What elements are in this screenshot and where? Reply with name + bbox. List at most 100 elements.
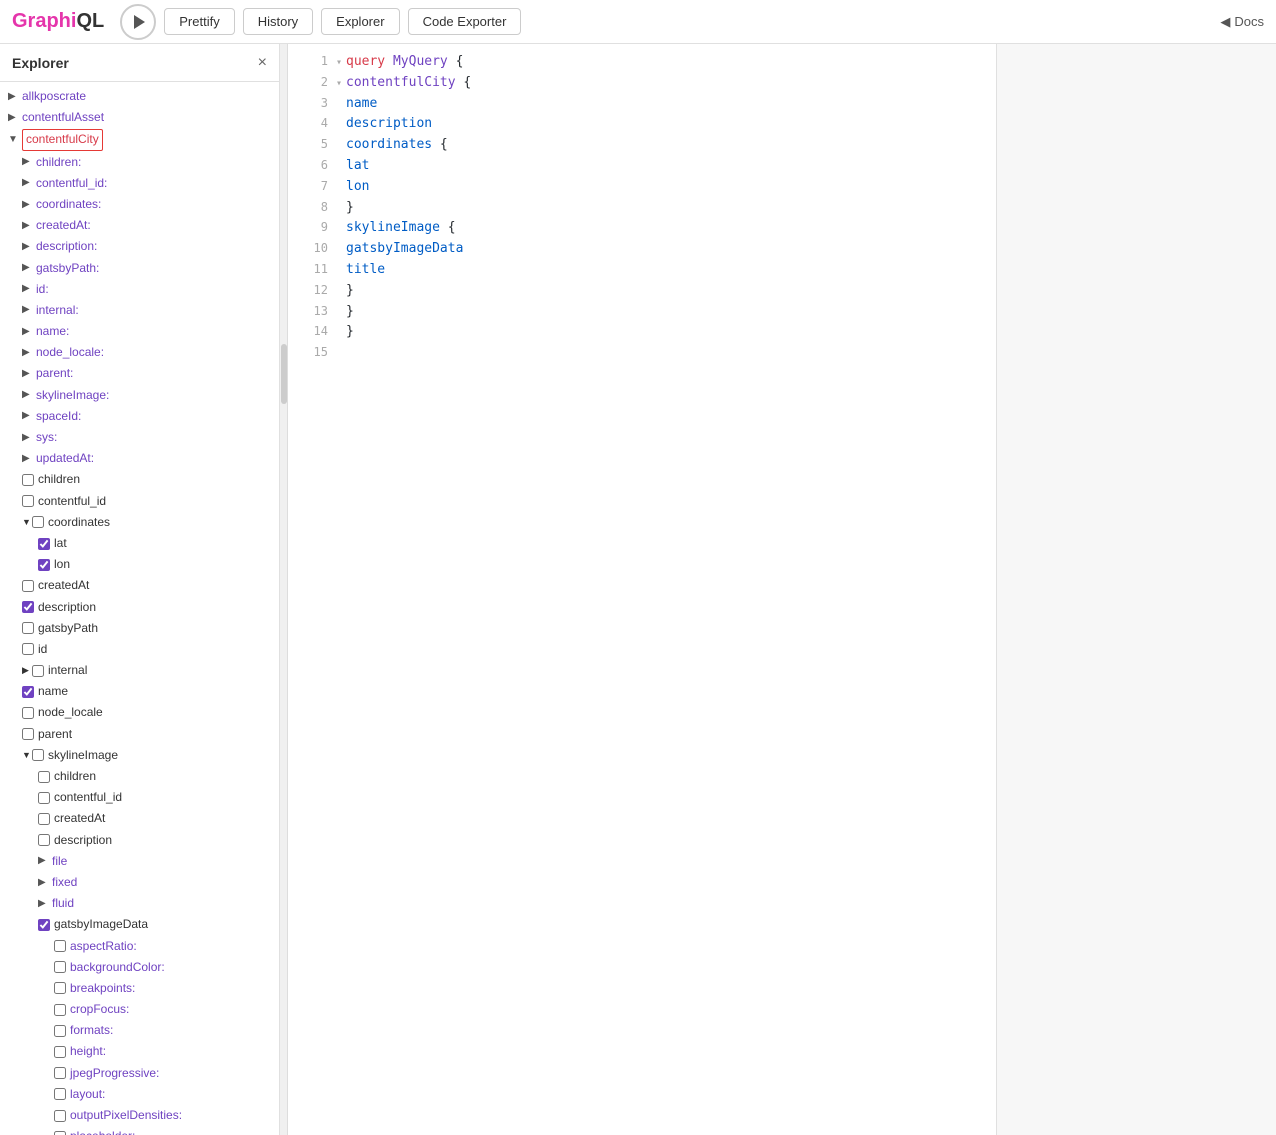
explorer-title: Explorer [12,55,69,71]
explorer-panel: Explorer × ▶ allkposcrate ▶ contentfulAs… [0,44,280,1135]
tree-item-cb-node_locale[interactable]: node_locale [0,702,279,723]
tree-item-cb-children[interactable]: children [0,469,279,490]
tree-item-createdAt-expandable[interactable]: ▶ createdAt: [0,215,279,236]
checkbox-gatsbyImageData[interactable] [38,919,50,931]
tree-item-cb-internal[interactable]: ▶ internal [0,660,279,681]
tree-item-cb-si-contentful_id[interactable]: contentful_id [0,787,279,808]
tree-item-cb-name[interactable]: name [0,681,279,702]
tree-item-gid-aspectRatio[interactable]: aspectRatio: [0,936,279,957]
tree-item-cb-coordinates[interactable]: ▼ coordinates [0,512,279,533]
expand-arrow: ▶ [22,218,36,234]
code-line-8: 8 } [288,198,996,219]
tree-item-cb-id[interactable]: id [0,639,279,660]
tree-item-gid-height[interactable]: height: [0,1041,279,1062]
tree-item-cb-gatsbyPath[interactable]: gatsbyPath [0,618,279,639]
tree-item-name-expandable[interactable]: ▶ name: [0,321,279,342]
tree-item-gid-jpegProgressive[interactable]: jpegProgressive: [0,1063,279,1084]
tree-item-si-file[interactable]: ▶ file [0,851,279,872]
tree-item-gid-layout[interactable]: layout: [0,1084,279,1105]
checkbox-si-description[interactable] [38,834,50,846]
checkbox-lat[interactable] [38,538,50,550]
expand-arrow: ▼ [8,132,22,148]
checkbox-gid-formats[interactable] [54,1025,66,1037]
checkbox-createdAt[interactable] [22,580,34,592]
checkbox-contentful-id[interactable] [22,495,34,507]
checkbox-gid-aspectRatio[interactable] [54,940,66,952]
tree-item-cb-skylineImage[interactable]: ▼ skylineImage [0,745,279,766]
tree-item-contentfulAsset[interactable]: ▶ contentfulAsset [0,107,279,128]
checkbox-gid-placeholder[interactable] [54,1131,66,1135]
tree-item-cb-createdAt[interactable]: createdAt [0,575,279,596]
checkbox-description[interactable] [22,601,34,613]
editor-body[interactable]: 1 ▾ query MyQuery { 2 ▾ contentfulCity {… [288,44,996,1135]
checkbox-si-children[interactable] [38,771,50,783]
scrollbar-thumb[interactable] [281,344,287,404]
checkbox-gid-layout[interactable] [54,1088,66,1100]
explorer-button[interactable]: Explorer [321,8,399,35]
tree-item-gatsbyPath-expandable[interactable]: ▶ gatsbyPath: [0,258,279,279]
tree-item-gid-backgroundColor[interactable]: backgroundColor: [0,957,279,978]
tree-item-gid-outputPixelDensities[interactable]: outputPixelDensities: [0,1105,279,1126]
topbar: GraphiQL Prettify History Explorer Code … [0,0,1276,44]
checkbox-si-createdAt[interactable] [38,813,50,825]
tree-item-gid-formats[interactable]: formats: [0,1020,279,1041]
checkbox-name[interactable] [22,686,34,698]
tree-item-id-expandable[interactable]: ▶ id: [0,279,279,300]
checkbox-lon[interactable] [38,559,50,571]
tree-item-cb-parent[interactable]: parent [0,724,279,745]
checkbox-skylineImage[interactable] [32,749,44,761]
expand-arrow: ▶ [22,451,36,467]
checkbox-gid-jpegProgressive[interactable] [54,1067,66,1079]
tree-item-cb-gatsbyImageData[interactable]: gatsbyImageData [0,914,279,935]
tree-item-skylineImage-expandable[interactable]: ▶ skylineImage: [0,385,279,406]
tree-item-contentful_id-expandable[interactable]: ▶ contentful_id: [0,173,279,194]
expand-arrow: ▶ [22,324,36,340]
checkbox-parent[interactable] [22,728,34,740]
tree-item-si-fixed[interactable]: ▶ fixed [0,872,279,893]
code-line-15: 15 [288,343,996,362]
history-button[interactable]: History [243,8,313,35]
prettify-button[interactable]: Prettify [164,8,234,35]
close-icon[interactable]: × [258,54,267,72]
tree-item-si-fluid[interactable]: ▶ fluid [0,893,279,914]
tree-item-children-expandable[interactable]: ▶ children: [0,152,279,173]
tree-item-cb-si-children[interactable]: children [0,766,279,787]
checkbox-node-locale[interactable] [22,707,34,719]
checkbox-gid-height[interactable] [54,1046,66,1058]
tree-item-cb-contentful_id[interactable]: contentful_id [0,491,279,512]
checkbox-coordinates[interactable] [32,516,44,528]
code-exporter-button[interactable]: Code Exporter [408,8,522,35]
tree-item-parent-expandable[interactable]: ▶ parent: [0,363,279,384]
run-button[interactable] [120,4,156,40]
docs-button[interactable]: ◀ Docs [1220,14,1264,30]
tree-item-allkposcrate[interactable]: ▶ allkposcrate [0,86,279,107]
checkbox-gatsbyPath[interactable] [22,622,34,634]
tree-item-cb-description[interactable]: description [0,597,279,618]
checkbox-gid-outputPixelDensities[interactable] [54,1110,66,1122]
tree-item-internal-expandable[interactable]: ▶ internal: [0,300,279,321]
tree-item-contentfulCity[interactable]: ▼ contentfulCity [0,128,279,151]
tree-item-gid-cropFocus[interactable]: cropFocus: [0,999,279,1020]
tree-item-node_locale-expandable[interactable]: ▶ node_locale: [0,342,279,363]
tree-item-cb-si-createdAt[interactable]: createdAt [0,808,279,829]
checkbox-internal[interactable] [32,665,44,677]
checkbox-id[interactable] [22,643,34,655]
checkbox-children[interactable] [22,474,34,486]
tree-item-cb-lon[interactable]: lon [0,554,279,575]
checkbox-gid-backgroundColor[interactable] [54,961,66,973]
expand-arrow: ▶ [22,197,36,213]
tree-item-spaceId-expandable[interactable]: ▶ spaceId: [0,406,279,427]
tree-item-sys-expandable[interactable]: ▶ sys: [0,427,279,448]
tree-item-cb-lat[interactable]: lat [0,533,279,554]
tree-item-coordinates-expandable[interactable]: ▶ coordinates: [0,194,279,215]
checkbox-gid-cropFocus[interactable] [54,1004,66,1016]
checkbox-si-contentful-id[interactable] [38,792,50,804]
expand-arrow: ▶ [22,387,36,403]
tree-item-updatedAt-expandable[interactable]: ▶ updatedAt: [0,448,279,469]
code-line-13: 13 } [288,302,996,323]
checkbox-gid-breakpoints[interactable] [54,982,66,994]
tree-item-description-expandable[interactable]: ▶ description: [0,236,279,257]
tree-item-gid-placeholder[interactable]: placeholder: [0,1126,279,1135]
tree-item-cb-si-description[interactable]: description [0,830,279,851]
tree-item-gid-breakpoints[interactable]: breakpoints: [0,978,279,999]
